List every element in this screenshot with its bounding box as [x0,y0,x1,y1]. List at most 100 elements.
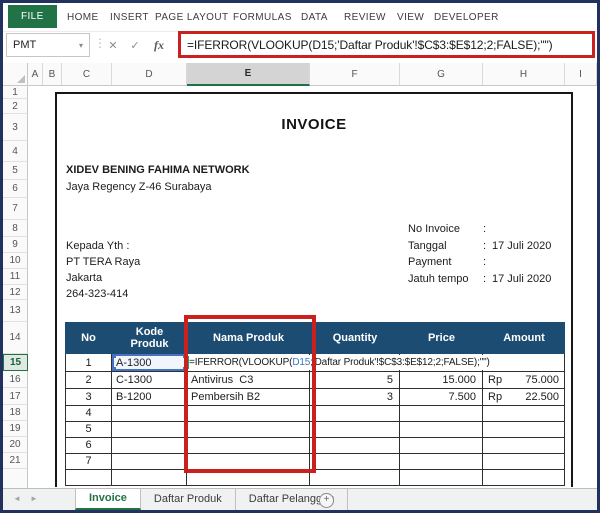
table-header-no[interactable]: No [65,322,112,354]
enter-icon[interactable]: ✓ [126,33,144,57]
cell-row18-price[interactable] [400,405,483,422]
row-header-19[interactable]: 19 [3,421,28,437]
row-header-20[interactable]: 20 [3,437,28,453]
cell-row17-nama[interactable]: Pembersih B2 [187,388,310,406]
cell-row20-price[interactable] [400,437,483,454]
cell-row17-amount[interactable]: Rp 22.500 [483,388,565,406]
cell-row21-kode[interactable] [112,453,187,470]
recipient-city[interactable]: Jakarta [66,272,102,284]
row-header-3[interactable]: 3 [3,114,28,141]
insert-function-icon[interactable]: fx [148,33,170,57]
cell-row22-no[interactable] [65,469,112,486]
cell-row21-qty[interactable] [310,453,400,470]
table-header-amount[interactable]: Amount [483,322,565,354]
row-header-14[interactable]: 14 [3,322,28,354]
column-header-A[interactable]: A [28,63,43,86]
row-header-7[interactable]: 7 [3,198,28,220]
cell-row21-amount[interactable] [483,453,565,470]
cell-row16-amount[interactable]: Rp 75.000 [483,371,565,389]
cell-row16-no[interactable]: 2 [65,371,112,389]
sheet-nav-back-icon[interactable]: ◄ [13,494,21,503]
cell-row19-no[interactable]: 5 [65,421,112,438]
meta-value-jatuh-tempo[interactable]: 17 Juli 2020 [492,273,551,285]
column-header-H[interactable]: H [483,63,565,86]
cell-row22-nama[interactable] [187,469,310,486]
row-header-1[interactable]: 1 [3,86,28,99]
cell-row17-qty[interactable]: 3 [310,388,400,406]
cell-row20-amount[interactable] [483,437,565,454]
cell-row17-price[interactable]: 7.500 [400,388,483,406]
ribbon-tab-formulas[interactable]: FORMULAS [233,12,292,23]
sheet-nav-forward-icon[interactable]: ► [30,494,38,503]
row-header-18[interactable]: 18 [3,405,28,421]
row-header-13[interactable]: 13 [3,300,28,322]
row-header-17[interactable]: 17 [3,388,28,405]
recipient-phone[interactable]: 264-323-414 [66,288,128,300]
row-header-8[interactable]: 8 [3,220,28,237]
table-header-price[interactable]: Price [400,322,483,354]
row-header-9[interactable]: 9 [3,237,28,253]
meta-label-payment[interactable]: Payment [408,256,451,268]
cell-row19-nama[interactable] [187,421,310,438]
ribbon-tab-file[interactable]: FILE [8,5,57,28]
table-header-quantity[interactable]: Quantity [310,322,400,354]
ribbon-tab-data[interactable]: DATA [301,12,328,23]
meta-label-no-invoice[interactable]: No Invoice [408,223,460,235]
cell-row16-price[interactable]: 15.000 [400,371,483,389]
cell-row20-qty[interactable] [310,437,400,454]
row-header-12[interactable]: 12 [3,285,28,300]
row-header-4[interactable]: 4 [3,141,28,162]
company-name[interactable]: XIDEV BENING FAHIMA NETWORK [66,164,250,176]
ribbon-tab-review[interactable]: REVIEW [344,12,386,23]
cell-row16-nama[interactable]: Antivirus C3 [187,371,310,389]
cell-row22-kode[interactable] [112,469,187,486]
ribbon-tab-developer[interactable]: DEVELOPER [434,12,499,23]
cell-row18-qty[interactable] [310,405,400,422]
row-header-11[interactable]: 11 [3,269,28,285]
recipient-name[interactable]: PT TERA Raya [66,256,140,268]
column-header-C[interactable]: C [62,63,112,86]
cell-row18-amount[interactable] [483,405,565,422]
ribbon-tab-page-layout[interactable]: PAGE LAYOUT [155,12,229,23]
recipient-label[interactable]: Kepada Yth : [66,240,129,252]
cell-row19-kode[interactable] [112,421,187,438]
cell-row20-no[interactable]: 6 [65,437,112,454]
sheet-tab-invoice[interactable]: Invoice [75,489,141,510]
cell-row17-no[interactable]: 3 [65,388,112,406]
row-header-16[interactable]: 16 [3,371,28,388]
cell-row21-no[interactable]: 7 [65,453,112,470]
chevron-down-icon[interactable]: ▾ [79,41,83,50]
cell-row20-kode[interactable] [112,437,187,454]
formula-bar-input[interactable]: =IFERROR(VLOOKUP(D15;'Daftar Produk'!$C$… [178,31,595,58]
cell-row18-nama[interactable] [187,405,310,422]
ribbon-tab-insert[interactable]: INSERT [110,12,149,23]
column-header-D[interactable]: D [112,63,187,86]
cancel-icon[interactable]: ✕ [104,33,122,57]
cell-row22-qty[interactable] [310,469,400,486]
company-address[interactable]: Jaya Regency Z-46 Surabaya [66,181,212,193]
cell-row15-no[interactable]: 1 [65,354,112,372]
cell-row16-qty[interactable]: 5 [310,371,400,389]
row-header-10[interactable]: 10 [3,253,28,269]
cell-row18-kode[interactable] [112,405,187,422]
cell-row17-kode[interactable]: B-1200 [112,388,187,406]
row-header-5[interactable]: 5 [3,162,28,180]
cell-row20-nama[interactable] [187,437,310,454]
sheet-tab-daftar-produk[interactable]: Daftar Produk [141,489,236,510]
ribbon-tab-home[interactable]: HOME [67,12,99,23]
column-header-G[interactable]: G [400,63,483,86]
cell-row19-amount[interactable] [483,421,565,438]
cell-row21-nama[interactable] [187,453,310,470]
cell-row16-kode[interactable]: C-1300 [112,371,187,389]
meta-value-tanggal[interactable]: 17 Juli 2020 [492,240,551,252]
cell-row22-price[interactable] [400,469,483,486]
name-box[interactable]: PMT ▾ [6,33,90,57]
new-sheet-button[interactable]: + [319,493,334,508]
ribbon-tab-view[interactable]: VIEW [397,12,424,23]
row-header-21[interactable]: 21 [3,453,28,469]
table-header-kode-produk[interactable]: Kode Produk [112,322,187,354]
column-header-I[interactable]: I [565,63,597,86]
row-header-6[interactable]: 6 [3,180,28,198]
column-header-E[interactable]: E [187,63,310,86]
cell-row19-price[interactable] [400,421,483,438]
